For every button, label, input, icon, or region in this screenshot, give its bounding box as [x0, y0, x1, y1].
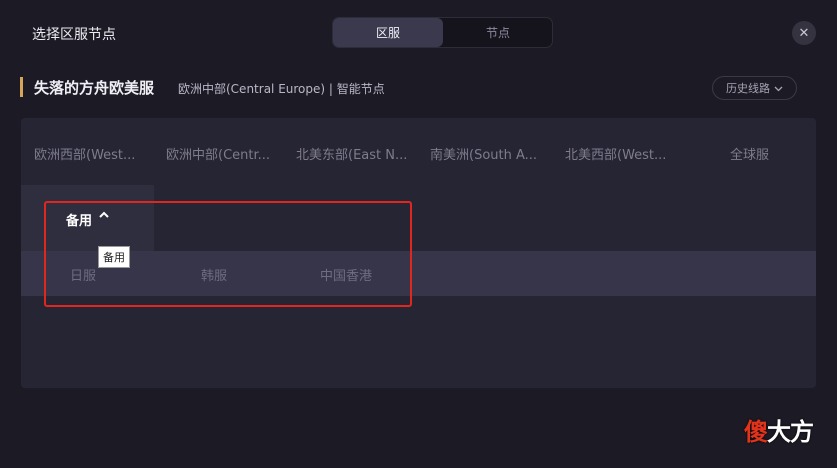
region-tab-na-east[interactable]: 北美东部(East N...	[296, 144, 407, 163]
close-icon: ✕	[798, 25, 810, 41]
watermark-logo: 傻大方	[744, 412, 814, 447]
region-tab-eu-west[interactable]: 欧洲西部(West...	[34, 144, 135, 163]
chevron-up-icon	[99, 207, 109, 221]
close-button[interactable]: ✕	[792, 21, 816, 45]
region-tab-eu-central[interactable]: 欧洲中部(Centr...	[166, 144, 270, 163]
backup-tooltip: 备用	[98, 246, 130, 268]
server-item-japan[interactable]: 日服	[70, 265, 96, 284]
server-item-korea[interactable]: 韩服	[201, 265, 227, 284]
backup-server-list: 日服 韩服 中国香港	[21, 251, 816, 296]
current-server-info: 欧洲中部(Central Europe) | 智能节点	[178, 82, 385, 96]
game-accent-bar	[20, 77, 23, 97]
region-select-dialog: 选择区服节点 区服 节点 ✕ 失落的方舟欧美服 欧洲中部(Central Eur…	[0, 0, 837, 468]
backup-tab-label: 备用	[66, 214, 93, 229]
dialog-title: 选择区服节点	[32, 27, 116, 43]
watermark-rest: 大方	[767, 418, 814, 446]
region-tab-backup[interactable]: 备用	[21, 185, 154, 251]
region-tab-global[interactable]: 全球服	[730, 144, 769, 163]
region-tab-na-west[interactable]: 北美西部(West...	[565, 144, 666, 163]
watermark-first-char: 傻	[744, 418, 768, 446]
region-tab-bar: 欧洲西部(West... 欧洲中部(Centr... 北美东部(East N..…	[21, 118, 816, 185]
game-name: 失落的方舟欧美服	[34, 79, 155, 97]
mode-segmented-control: 区服 节点	[332, 17, 553, 48]
server-item-hong-kong[interactable]: 中国香港	[320, 265, 372, 284]
history-routes-button[interactable]: 历史线路	[712, 76, 797, 100]
tab-region[interactable]: 区服	[333, 18, 443, 47]
region-tab-south-america[interactable]: 南美洲(South A...	[430, 144, 537, 163]
history-routes-label: 历史线路	[726, 82, 770, 95]
tab-node[interactable]: 节点	[443, 18, 553, 47]
chevron-down-icon	[774, 82, 783, 95]
region-panel: 欧洲西部(West... 欧洲中部(Centr... 北美东部(East N..…	[21, 118, 816, 388]
